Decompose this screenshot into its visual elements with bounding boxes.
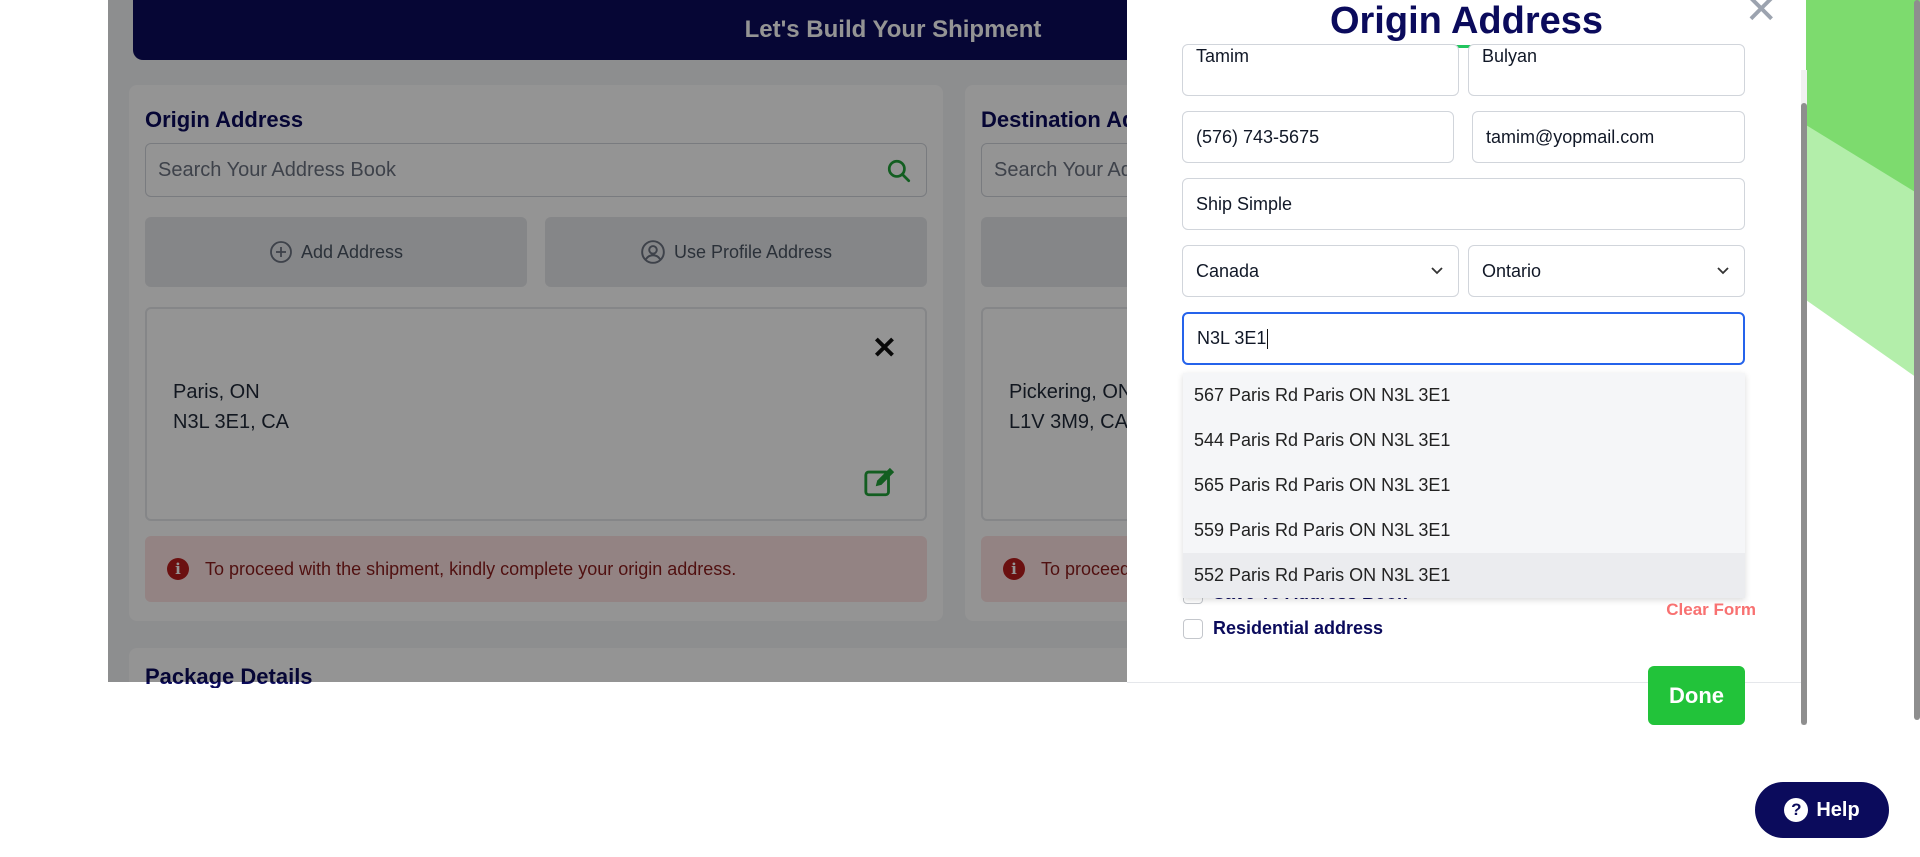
done-button[interactable]: Done bbox=[1648, 666, 1745, 725]
page-scrollbar-thumb[interactable] bbox=[1914, 0, 1920, 720]
company-value: Ship Simple bbox=[1196, 193, 1293, 214]
phone-field[interactable]: (576) 743-5675 bbox=[1182, 111, 1454, 163]
origin-address-modal: Origin Address ✕ Tamim Bulyan (576) 743-… bbox=[1127, 0, 1806, 682]
postal-code-value: N3L 3E1 bbox=[1197, 328, 1267, 348]
company-field[interactable]: Ship Simple bbox=[1182, 178, 1745, 230]
country-select[interactable]: Canada bbox=[1182, 245, 1459, 297]
province-select[interactable]: Ontario bbox=[1468, 245, 1745, 297]
email-value: tamim@yopmail.com bbox=[1486, 126, 1655, 147]
modal-title: Origin Address bbox=[1329, 0, 1604, 42]
modal-scrollbar-thumb[interactable] bbox=[1801, 103, 1807, 725]
decorative-green-shape bbox=[1806, 0, 1920, 380]
postal-code-input[interactable]: N3L 3E1 bbox=[1182, 312, 1745, 365]
text-caret bbox=[1267, 328, 1269, 349]
suggestion-item[interactable]: 565 Paris Rd Paris ON N3L 3E1 bbox=[1183, 463, 1745, 508]
address-suggestions-dropdown: 567 Paris Rd Paris ON N3L 3E1 544 Paris … bbox=[1183, 373, 1745, 598]
first-name-value: Tamim bbox=[1196, 45, 1249, 66]
last-name-value: Bulyan bbox=[1482, 45, 1538, 66]
phone-value: (576) 743-5675 bbox=[1196, 126, 1320, 147]
chevron-down-icon bbox=[1717, 267, 1729, 275]
last-name-field[interactable]: Bulyan bbox=[1468, 44, 1745, 96]
help-label: Help bbox=[1816, 798, 1860, 821]
checkbox-box[interactable] bbox=[1183, 618, 1203, 639]
residential-address-checkbox[interactable]: Residential address bbox=[1183, 618, 1383, 639]
close-icon[interactable]: ✕ bbox=[1744, 0, 1778, 30]
chevron-down-icon bbox=[1431, 267, 1443, 275]
country-value: Canada bbox=[1196, 260, 1260, 281]
province-value: Ontario bbox=[1482, 260, 1542, 281]
question-icon: ? bbox=[1784, 798, 1809, 822]
suggestion-item[interactable]: 544 Paris Rd Paris ON N3L 3E1 bbox=[1183, 418, 1745, 463]
suggestion-item[interactable]: 559 Paris Rd Paris ON N3L 3E1 bbox=[1183, 508, 1745, 553]
first-name-field[interactable]: Tamim bbox=[1182, 44, 1459, 96]
residential-address-label: Residential address bbox=[1213, 618, 1384, 638]
suggestion-item[interactable]: 552 Paris Rd Paris ON N3L 3E1 bbox=[1183, 553, 1745, 598]
suggestion-item[interactable]: 567 Paris Rd Paris ON N3L 3E1 bbox=[1183, 373, 1745, 418]
help-button[interactable]: ? Help bbox=[1755, 782, 1889, 838]
email-field[interactable]: tamim@yopmail.com bbox=[1472, 111, 1745, 163]
clear-form-link[interactable]: Clear Form bbox=[1666, 600, 1756, 620]
